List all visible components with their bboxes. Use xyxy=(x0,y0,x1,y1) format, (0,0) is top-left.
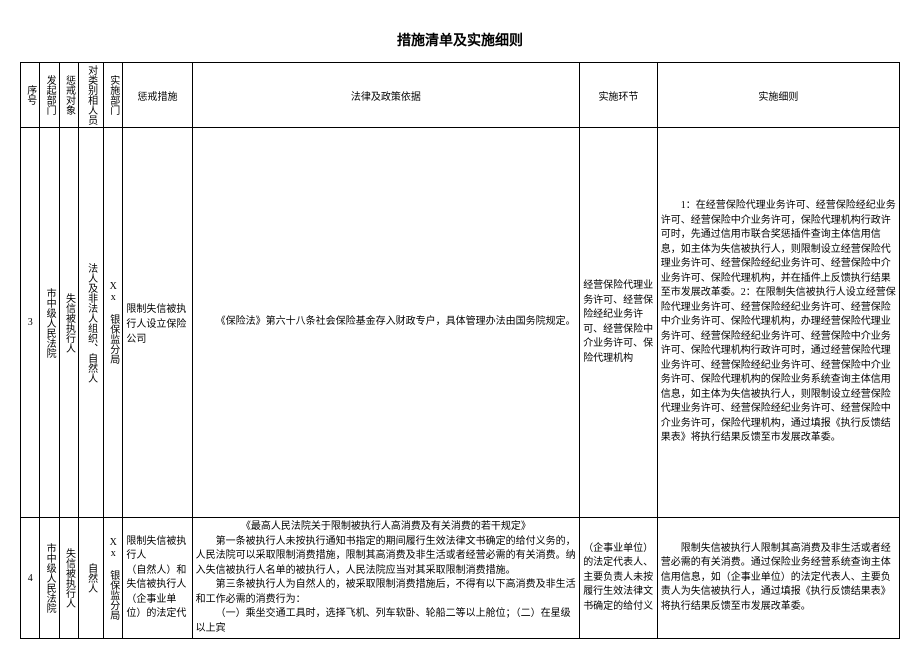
header-link: 实施环节 xyxy=(598,92,638,103)
table-row: 3 市中级人民法院 失信被执行人 法人及非法人组织、自然人 Xx 银保监分局 限… xyxy=(21,128,900,518)
header-category: 对类别相人员 xyxy=(86,65,97,125)
cell-measure-l2: （自然人）和失信被执行人（企事业单位）的法定代 xyxy=(126,564,188,622)
header-measure: 惩戒措施 xyxy=(138,92,178,103)
cell-seq: 4 xyxy=(21,518,40,639)
cell-basis-title: 《最高人民法院关于限制被执行人高消费及有关消费的若干规定》 xyxy=(196,520,577,535)
cell-link: （企事业单位）的法定代表人、主要负责人未按履行生效法律文书确定的给付义 xyxy=(580,518,658,639)
header-seq: 序号 xyxy=(25,85,36,105)
header-dept2: 实施部门 xyxy=(108,75,119,115)
cell-dept1: 市中级人民法院 xyxy=(44,543,55,613)
cell-basis: 《保险法》第六十八条社会保险基金存入财政专户，具体管理办法由国务院规定。 xyxy=(196,315,577,330)
cell-dept1: 市中级人民法院 xyxy=(44,288,55,358)
measures-table: 序号 发起部门 惩戒对象 对类别相人员 实施部门 惩戒措施 法律及政策依据 实施… xyxy=(20,62,900,639)
cell-seq: 3 xyxy=(21,128,40,518)
cell-category: 法人及非法人组织、自然人 xyxy=(86,263,97,383)
cell-target: 失信被执行人 xyxy=(63,548,74,608)
header-row: 序号 发起部门 惩戒对象 对类别相人员 实施部门 惩戒措施 法律及政策依据 实施… xyxy=(21,63,900,128)
cell-basis-p3: （一）乘坐交通工具时，选择飞机、列车软卧、轮船二等以上舱位；（二）在星级以上宾 xyxy=(196,607,577,636)
table-row: 4 市中级人民法院 失信被执行人 自然人 Xx 银保监分局 限制失信被执行人 （… xyxy=(21,518,900,639)
cell-target: 失信被执行人 xyxy=(63,293,74,353)
header-target: 惩戒对象 xyxy=(63,75,74,115)
header-dept1: 发起部门 xyxy=(44,75,55,115)
header-detail: 实施细则 xyxy=(758,92,798,103)
cell-category: 自然人 xyxy=(86,563,97,593)
cell-dept2: Xx 银保监分局 xyxy=(108,537,119,620)
header-basis: 法律及政策依据 xyxy=(351,92,421,103)
cell-measure-l1: 限制失信被执行人 xyxy=(126,535,188,564)
cell-measure: 限制失信被执行人设立保险公司 xyxy=(123,128,192,518)
page-title: 措施清单及实施细则 xyxy=(20,30,900,50)
cell-link: 经营保险代理业务许可、经营保险经纪业务许可、经营保险中介业务许可、保险代理机构 xyxy=(580,128,658,518)
cell-basis-p2: 第三条被执行人为自然人的，被采取限制消费措施后，不得有以下高消费及非生活和工作必… xyxy=(196,578,577,607)
cell-dept2: Xx 银保监分局 xyxy=(108,281,119,364)
cell-basis-p1: 第一条被执行人未按执行通知书指定的期间履行生效法律文书确定的给付义务的，人民法院… xyxy=(196,535,577,579)
cell-detail: 限制失信被执行人限制其高消费及非生活或者经营必需的有关消费。通过保险业务经营系统… xyxy=(661,542,896,615)
cell-detail-p1: 1：在经营保险代理业务许可、经营保险经纪业务许可、经营保险中介业务许可，保险代理… xyxy=(661,199,896,446)
